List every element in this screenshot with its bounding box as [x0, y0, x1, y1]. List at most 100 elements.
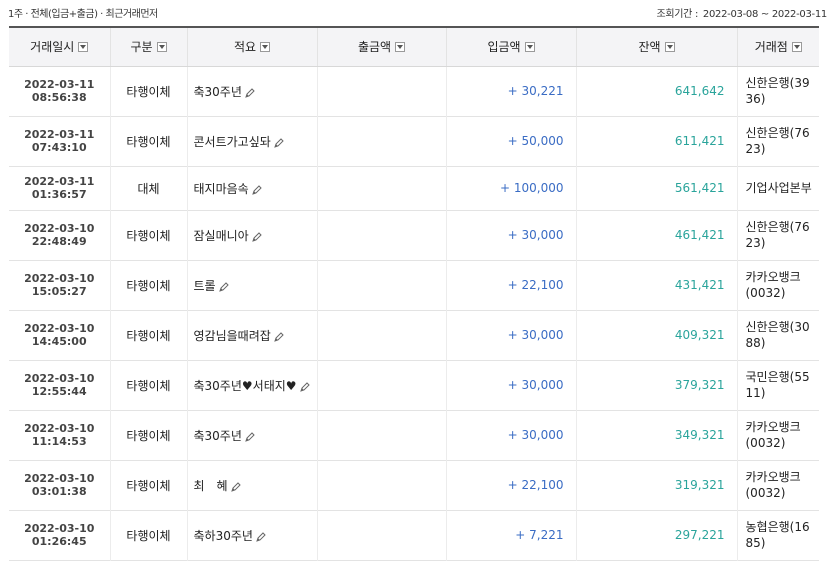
- table-row: 2022-03-10 01:26:45 타행이체 축하30주년 + 7,221 …: [9, 510, 819, 560]
- deposit-cell: + 22,100: [445, 460, 576, 510]
- sort-dropdown-icon[interactable]: [260, 41, 271, 52]
- deposit-cell: + 30,000: [445, 360, 576, 410]
- withdrawal-cell: [316, 116, 446, 166]
- withdrawal-cell: [316, 210, 446, 260]
- col-header-memo[interactable]: 적요: [186, 26, 317, 67]
- memo-text: 축하30주년: [193, 528, 253, 543]
- sort-dropdown-icon[interactable]: [791, 41, 802, 52]
- time-text: 14:45:00: [31, 335, 87, 348]
- memo-cell: 축30주년: [186, 410, 317, 460]
- edit-pencil-icon[interactable]: [251, 232, 262, 242]
- deposit-cell: + 30,000: [445, 410, 576, 460]
- branch-cell: 국민은행(5511): [736, 360, 819, 410]
- edit-pencil-icon[interactable]: [273, 332, 284, 342]
- withdrawal-cell: [316, 360, 446, 410]
- date-text: 2022-03-10: [24, 272, 95, 285]
- time-text: 15:05:27: [31, 285, 87, 298]
- transaction-table: 거래일시 구분 적요 출금액 입금액 잔액 거래점 2022-03-11 08:…: [9, 26, 819, 561]
- branch-cell: 농협은행(1685): [736, 510, 819, 560]
- sort-dropdown-icon[interactable]: [664, 41, 675, 52]
- col-header-type[interactable]: 구분: [109, 26, 187, 67]
- type-cell: 타행이체: [109, 66, 187, 116]
- edit-pencil-icon[interactable]: [299, 382, 310, 392]
- balance-cell: 379,321: [575, 360, 737, 410]
- withdrawal-cell: [316, 460, 446, 510]
- memo-text: 콘서트가고싶돠: [193, 134, 271, 149]
- table-row: 2022-03-10 22:48:49 타행이체 잠실매니아 + 30,000 …: [9, 210, 819, 260]
- edit-pencil-icon[interactable]: [230, 482, 241, 492]
- type-cell: 타행이체: [109, 510, 187, 560]
- edit-pencil-icon[interactable]: [256, 532, 266, 542]
- deposit-cell: + 30,000: [445, 210, 576, 260]
- withdrawal-cell: [316, 166, 446, 210]
- col-header-balance[interactable]: 잔액: [575, 26, 737, 67]
- datetime-cell: 2022-03-10 15:05:27: [9, 260, 110, 310]
- balance-cell: 297,221: [575, 510, 737, 560]
- withdrawal-cell: [316, 260, 446, 310]
- time-text: 08:56:38: [31, 91, 87, 104]
- branch-cell: 기업사업본부: [736, 166, 819, 210]
- edit-pencil-icon[interactable]: [245, 432, 255, 442]
- type-cell: 타행이체: [109, 210, 187, 260]
- balance-cell: 561,421: [575, 166, 737, 210]
- table-row: 2022-03-10 12:55:44 타행이체 축30주년♥서태지♥ + 30…: [9, 360, 819, 410]
- time-text: 11:14:53: [31, 435, 87, 448]
- memo-cell: 축30주년: [186, 66, 317, 116]
- date-text: 2022-03-10: [24, 522, 95, 535]
- time-text: 01:26:45: [31, 535, 87, 548]
- edit-pencil-icon[interactable]: [245, 88, 255, 98]
- sort-dropdown-icon[interactable]: [78, 41, 89, 52]
- balance-cell: 641,642: [575, 66, 737, 116]
- time-text: 01:36:57: [31, 188, 87, 201]
- sort-dropdown-icon[interactable]: [395, 41, 406, 52]
- table-row: 2022-03-11 01:36:57 대체 태지마음속 + 100,000 5…: [9, 166, 819, 210]
- table-row: 2022-03-11 08:56:38 타행이체 축30주년 + 30,221 …: [9, 66, 819, 116]
- period-label: 조회기간 :: [656, 9, 699, 20]
- date-text: 2022-03-10: [24, 472, 95, 485]
- date-text: 2022-03-10: [24, 222, 95, 235]
- withdrawal-cell: [316, 510, 446, 560]
- col-header-branch[interactable]: 거래점: [736, 26, 819, 67]
- sort-dropdown-icon[interactable]: [524, 41, 535, 52]
- time-text: 22:48:49: [31, 235, 87, 248]
- memo-text: 태지마음속: [193, 181, 249, 196]
- col-header-deposit[interactable]: 입금액: [445, 26, 576, 67]
- datetime-cell: 2022-03-10 14:45:00: [9, 310, 110, 360]
- time-text: 07:43:10: [31, 141, 87, 154]
- type-cell: 타행이체: [109, 410, 187, 460]
- table-row: 2022-03-10 03:01:38 타행이체 최 혜 + 22,100 31…: [9, 460, 819, 510]
- deposit-cell: + 30,221: [445, 66, 576, 116]
- deposit-cell: + 22,100: [445, 260, 576, 310]
- withdrawal-cell: [316, 410, 446, 460]
- filter-summary: 1주 · 전체(입금+출금) · 최근거래먼저: [8, 9, 158, 20]
- balance-cell: 611,421: [575, 116, 737, 166]
- time-text: 12:55:44: [31, 385, 87, 398]
- edit-pencil-icon[interactable]: [273, 138, 284, 148]
- edit-pencil-icon[interactable]: [218, 282, 229, 292]
- sort-dropdown-icon[interactable]: [156, 41, 167, 52]
- branch-cell: 신한은행(3088): [736, 310, 819, 360]
- memo-cell: 최 혜: [186, 460, 317, 510]
- deposit-cell: + 30,000: [445, 310, 576, 360]
- memo-cell: 콘서트가고싶돠: [186, 116, 317, 166]
- filter-bar: 1주 · 전체(입금+출금) · 최근거래먼저 조회기간 : 2022-03-0…: [0, 0, 835, 26]
- edit-pencil-icon[interactable]: [251, 185, 262, 195]
- time-text: 03:01:38: [31, 485, 87, 498]
- deposit-cell: + 100,000: [445, 166, 576, 210]
- col-header-withdrawal[interactable]: 출금액: [316, 26, 446, 67]
- date-text: 2022-03-11: [24, 175, 95, 188]
- datetime-cell: 2022-03-11 08:56:38: [9, 66, 110, 116]
- branch-cell: 신한은행(7623): [736, 116, 819, 166]
- table-row: 2022-03-10 14:45:00 타행이체 영감님을때려잡 + 30,00…: [9, 310, 819, 360]
- col-header-datetime[interactable]: 거래일시: [9, 26, 110, 67]
- type-cell: 타행이체: [109, 360, 187, 410]
- type-cell: 타행이체: [109, 460, 187, 510]
- balance-cell: 461,421: [575, 210, 737, 260]
- type-cell: 대체: [109, 166, 187, 210]
- withdrawal-cell: [316, 66, 446, 116]
- period-value: 2022-03-08 ~ 2022-03-11: [702, 9, 827, 20]
- memo-cell: 잠실매니아: [186, 210, 317, 260]
- branch-cell: 카카오뱅크(0032): [736, 460, 819, 510]
- memo-text: 영감님을때려잡: [193, 328, 271, 343]
- period-info: 조회기간 : 2022-03-08 ~ 2022-03-11: [656, 5, 827, 20]
